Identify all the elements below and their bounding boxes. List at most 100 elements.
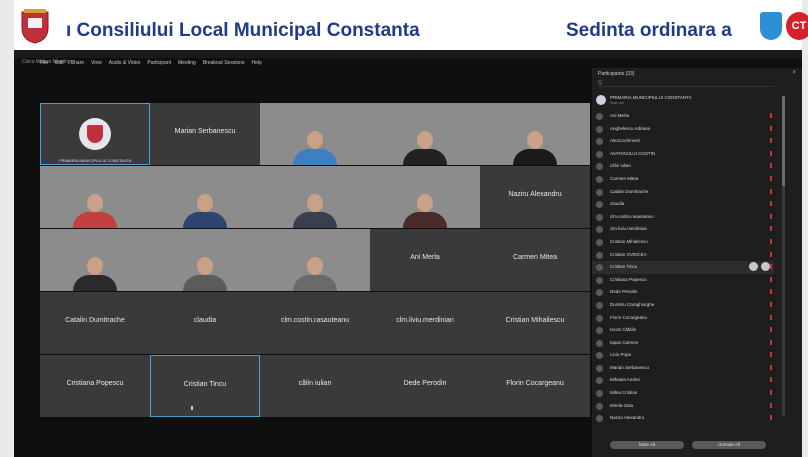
participant-tile[interactable] [370, 103, 480, 165]
participant-row[interactable]: Marian Serbanescu [592, 362, 774, 375]
menu-item[interactable]: Help [252, 58, 262, 68]
muted-mic-icon[interactable] [770, 138, 772, 144]
close-icon[interactable]: × [792, 70, 796, 76]
muted-mic-icon[interactable] [770, 125, 772, 131]
muted-mic-icon[interactable] [770, 163, 772, 169]
participant-row[interactable]: Ani Merla [592, 110, 774, 123]
muted-mic-icon[interactable] [770, 402, 772, 408]
muted-mic-icon[interactable] [770, 251, 772, 257]
participant-row[interactable]: clm.costin.rasauteanu [592, 211, 774, 224]
participant-row[interactable]: Liviu Popa [592, 349, 774, 362]
menu-item[interactable]: File [40, 58, 48, 68]
participant-tile[interactable]: călin iulian [260, 355, 370, 417]
participant-row[interactable]: Carmen Mitea [592, 173, 774, 186]
participant-tile[interactable] [480, 103, 590, 165]
participant-tile[interactable]: Florin Cocargeanu [480, 355, 590, 417]
participant-row[interactable]: Cristian Mihailescu [592, 236, 774, 249]
participant-row[interactable]: Cristian OVIDCEA [592, 249, 774, 262]
participant-tile[interactable]: claudia [150, 292, 260, 354]
participant-name: Iapas Carmen [610, 339, 639, 345]
participant-tile[interactable]: Carmen Mitea [480, 229, 590, 291]
muted-mic-icon[interactable] [770, 276, 772, 282]
participant-name: Marian Serbanescu [174, 128, 236, 135]
participant-row[interactable]: Naziru Alexandru [592, 412, 774, 425]
participant-row[interactable]: Catalin Dumitrache [592, 186, 774, 199]
participant-tile[interactable]: Cristian Tincu [150, 355, 260, 417]
participant-tile[interactable] [260, 166, 370, 228]
participant-row[interactable]: claudia [592, 198, 774, 211]
muted-mic-icon[interactable] [770, 352, 772, 358]
muted-mic-icon[interactable] [770, 390, 772, 396]
participant-row-host[interactable]: PRIMARIA MUNICIPIULUI CONSTANTA Host, me [592, 92, 774, 110]
participant-tile[interactable]: Catalin Dumitrache [40, 292, 150, 354]
participants-scrollbar[interactable] [782, 96, 785, 416]
participant-tile[interactable]: clm.liviu.merdinian [370, 292, 480, 354]
muted-mic-icon[interactable] [770, 289, 772, 295]
menu-bar: File Edit Share View Audio & Video Participan… [14, 58, 592, 68]
participant-tile[interactable] [260, 103, 370, 165]
muted-mic-icon[interactable] [770, 201, 772, 207]
menu-item[interactable]: Participant [147, 58, 171, 68]
participant-row[interactable]: Mirela Gatu [592, 400, 774, 413]
muted-mic-icon[interactable] [770, 264, 772, 270]
participant-row[interactable]: Cristiana Popescu [592, 274, 774, 287]
muted-mic-icon[interactable] [770, 188, 772, 194]
muted-mic-icon[interactable] [770, 314, 772, 320]
participant-name: Cristian Mihailescu [610, 238, 648, 244]
participant-tile[interactable]: PRIMARIA MUNICIPIULUI CONSTANTA [40, 103, 150, 165]
muted-mic-icon[interactable] [770, 339, 772, 345]
muted-mic-icon[interactable] [770, 301, 772, 307]
menu-item[interactable]: Audio & Video [109, 58, 141, 68]
participant-row[interactable]: AlexCochinesti [592, 135, 774, 148]
participant-row[interactable]: Dumitru Caraghiorghe [592, 299, 774, 312]
participant-row[interactable]: Cristian Tincu [592, 261, 774, 274]
muted-mic-icon[interactable] [770, 377, 772, 383]
muted-mic-icon[interactable] [770, 175, 772, 181]
muted-mic-icon[interactable] [770, 364, 772, 370]
menu-item[interactable]: Edit [55, 58, 64, 68]
muted-mic-icon[interactable] [770, 226, 772, 232]
participant-tile[interactable]: Ani Merla [370, 229, 480, 291]
participant-tile[interactable]: Cristiana Popescu [40, 355, 150, 417]
participant-tile[interactable]: clm.costin.rasauteanu [260, 292, 370, 354]
scrollbar-thumb[interactable] [782, 96, 785, 186]
avatar [596, 352, 603, 360]
participant-tile[interactable] [370, 166, 480, 228]
participant-tile[interactable]: Marian Serbanescu [150, 103, 260, 165]
participant-row[interactable]: Anghelescu Adriana [592, 123, 774, 136]
unmute-all-button[interactable]: Unmute All [692, 441, 766, 449]
participant-tile[interactable] [40, 229, 150, 291]
participant-tile[interactable]: Dede Perodin [370, 355, 480, 417]
participant-tile[interactable] [150, 229, 260, 291]
muted-mic-icon[interactable] [770, 150, 772, 156]
participant-row[interactable]: Mihai Cristian [592, 387, 774, 400]
participant-row[interactable]: Iapas Carmen [592, 337, 774, 350]
participant-tile[interactable] [40, 166, 150, 228]
muted-mic-icon[interactable] [770, 238, 772, 244]
participant-tile[interactable] [260, 229, 370, 291]
muted-mic-icon[interactable] [770, 113, 772, 118]
participant-row[interactable]: AVATANULUI COSTIN [592, 148, 774, 161]
menu-item[interactable]: Share [71, 58, 84, 68]
muted-mic-icon[interactable] [770, 415, 772, 421]
participant-row[interactable]: călin iulian [592, 160, 774, 173]
menu-item[interactable]: Meeting [178, 58, 196, 68]
more-options-icon[interactable] [761, 262, 770, 272]
participant-row[interactable]: Dede Perodin [592, 286, 774, 299]
muted-mic-icon[interactable] [770, 327, 772, 333]
muted-mic-icon[interactable] [770, 213, 772, 219]
participant-tile[interactable]: Cristian Mihailescu [480, 292, 590, 354]
participant-search-input[interactable]: Q [598, 80, 774, 87]
participant-row[interactable]: Iacob Cătălin [592, 324, 774, 337]
video-icon[interactable] [749, 262, 758, 272]
participant-row[interactable]: Florin Cocargeanu [592, 312, 774, 325]
participant-row[interactable]: Mihaela Andrei [592, 374, 774, 387]
participant-row[interactable]: clm.liviu.merdinian [592, 223, 774, 236]
menu-item[interactable]: View [91, 58, 102, 68]
participant-tile[interactable] [150, 166, 260, 228]
mute-all-button[interactable]: Mute All [610, 441, 684, 449]
participant-name: Cristiana Popescu [66, 380, 124, 387]
webex-window: Cisco Webex Meetings File Edit Share View Au… [14, 50, 802, 457]
menu-item[interactable]: Breakout Sessions [203, 58, 245, 68]
participant-tile[interactable]: Naziru Alexandru [480, 166, 590, 228]
